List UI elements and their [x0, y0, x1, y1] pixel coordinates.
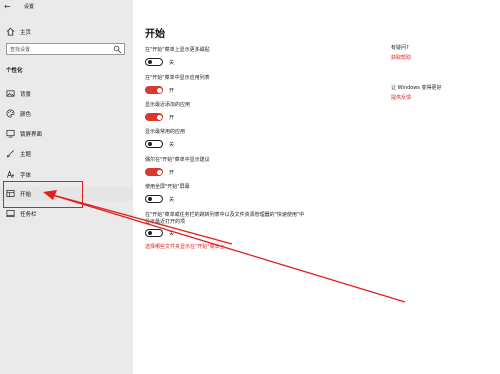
sidebar-item-label: 背景: [20, 92, 32, 98]
sidebar-item-themes[interactable]: 主题: [0, 147, 133, 161]
toggle-state: 开: [169, 115, 175, 121]
search-icon[interactable]: [113, 45, 122, 54]
sidebar-item-background[interactable]: 背景: [0, 87, 133, 101]
sidebar-item-taskbar[interactable]: 任务栏: [0, 207, 133, 221]
toggle-state: 关: [169, 197, 175, 203]
home-icon: [6, 27, 15, 36]
font-icon: [7, 170, 15, 178]
sidebar-item-lock-screen[interactable]: 锁屏界面: [0, 127, 133, 141]
toggle-more-tiles[interactable]: [145, 58, 163, 66]
sidebar-item-label: 主题: [20, 152, 32, 158]
toggle-most-used[interactable]: [145, 140, 163, 148]
section-title: 个性化: [6, 68, 23, 74]
sidebar-item-label: 任务栏: [20, 212, 37, 218]
annotation-highlight-box: [3, 181, 83, 208]
palette-icon: [6, 109, 15, 118]
toggle-suggestions[interactable]: [145, 168, 163, 176]
option-label: 显示最常用的应用: [145, 129, 186, 135]
give-feedback-link[interactable]: 提供反馈: [391, 94, 411, 101]
get-help-link[interactable]: 获取帮助: [391, 54, 411, 61]
toggle-state: 开: [169, 170, 175, 176]
sidebar-item-label: 颜色: [20, 112, 32, 118]
sidebar-item-home[interactable]: 主页: [0, 25, 133, 39]
toggle-state: 关: [169, 142, 175, 148]
settings-window: ← 设置 主页 查找设置 个性化 背景 颜色 锁屏界面 主题 字体 开始 任务栏…: [0, 0, 500, 374]
choose-folders-link[interactable]: 选择哪些文件夹显示在"开始"菜单上: [145, 243, 225, 250]
back-arrow-icon[interactable]: ←: [4, 2, 14, 12]
search-input[interactable]: 查找设置: [6, 43, 125, 55]
option-label-line1: 在"开始"菜单或任务栏的跳转列表中以及文件资源管理器的"快速使用"中: [145, 212, 305, 218]
page-title: 开始: [145, 29, 165, 40]
toggle-state: 关: [169, 60, 175, 66]
sidebar-item-label: 字体: [20, 173, 32, 179]
picture-icon: [6, 90, 15, 97]
brush-icon: [6, 150, 14, 158]
toggle-recent-items[interactable]: [145, 229, 163, 237]
toggle-app-list[interactable]: [145, 86, 163, 94]
taskbar-icon: [6, 209, 15, 218]
option-label: 在"开始"菜单上显示更多磁贴: [145, 47, 210, 53]
question-heading: 有疑问?: [391, 45, 409, 51]
sidebar-item-label: 锁屏界面: [20, 132, 43, 138]
toggle-recently-added[interactable]: [145, 113, 163, 121]
sidebar-item-fonts[interactable]: 字体: [0, 168, 133, 182]
option-label: 在"开始"菜单中显示应用列表: [145, 75, 210, 81]
improve-windows-heading: 让 Windows 变得更好: [391, 85, 442, 91]
title-bar: ← 设置: [0, 0, 133, 14]
toggle-state: 关: [169, 231, 175, 237]
sidebar-item-label: 主页: [20, 30, 32, 36]
option-label: 偶尔在"开始"菜单中显示建议: [145, 157, 210, 163]
sidebar: ← 设置 主页 查找设置 个性化 背景 颜色 锁屏界面 主题 字体 开始 任务栏: [0, 0, 133, 374]
lock-screen-icon: [6, 129, 15, 138]
option-label-line2: 显示最近打开的项: [145, 219, 186, 225]
toggle-full-screen[interactable]: [145, 195, 163, 203]
main-panel: 开始 在"开始"菜单上显示更多磁贴 关 在"开始"菜单中显示应用列表 开 显示最…: [133, 0, 500, 374]
toggle-state: 开: [169, 88, 175, 94]
sidebar-item-colors[interactable]: 颜色: [0, 107, 133, 121]
search-placeholder: 查找设置: [10, 47, 31, 53]
option-label: 显示最近添加的应用: [145, 102, 191, 108]
option-label: 使用全屏"开始"屏幕: [145, 184, 190, 190]
window-title: 设置: [24, 4, 35, 10]
